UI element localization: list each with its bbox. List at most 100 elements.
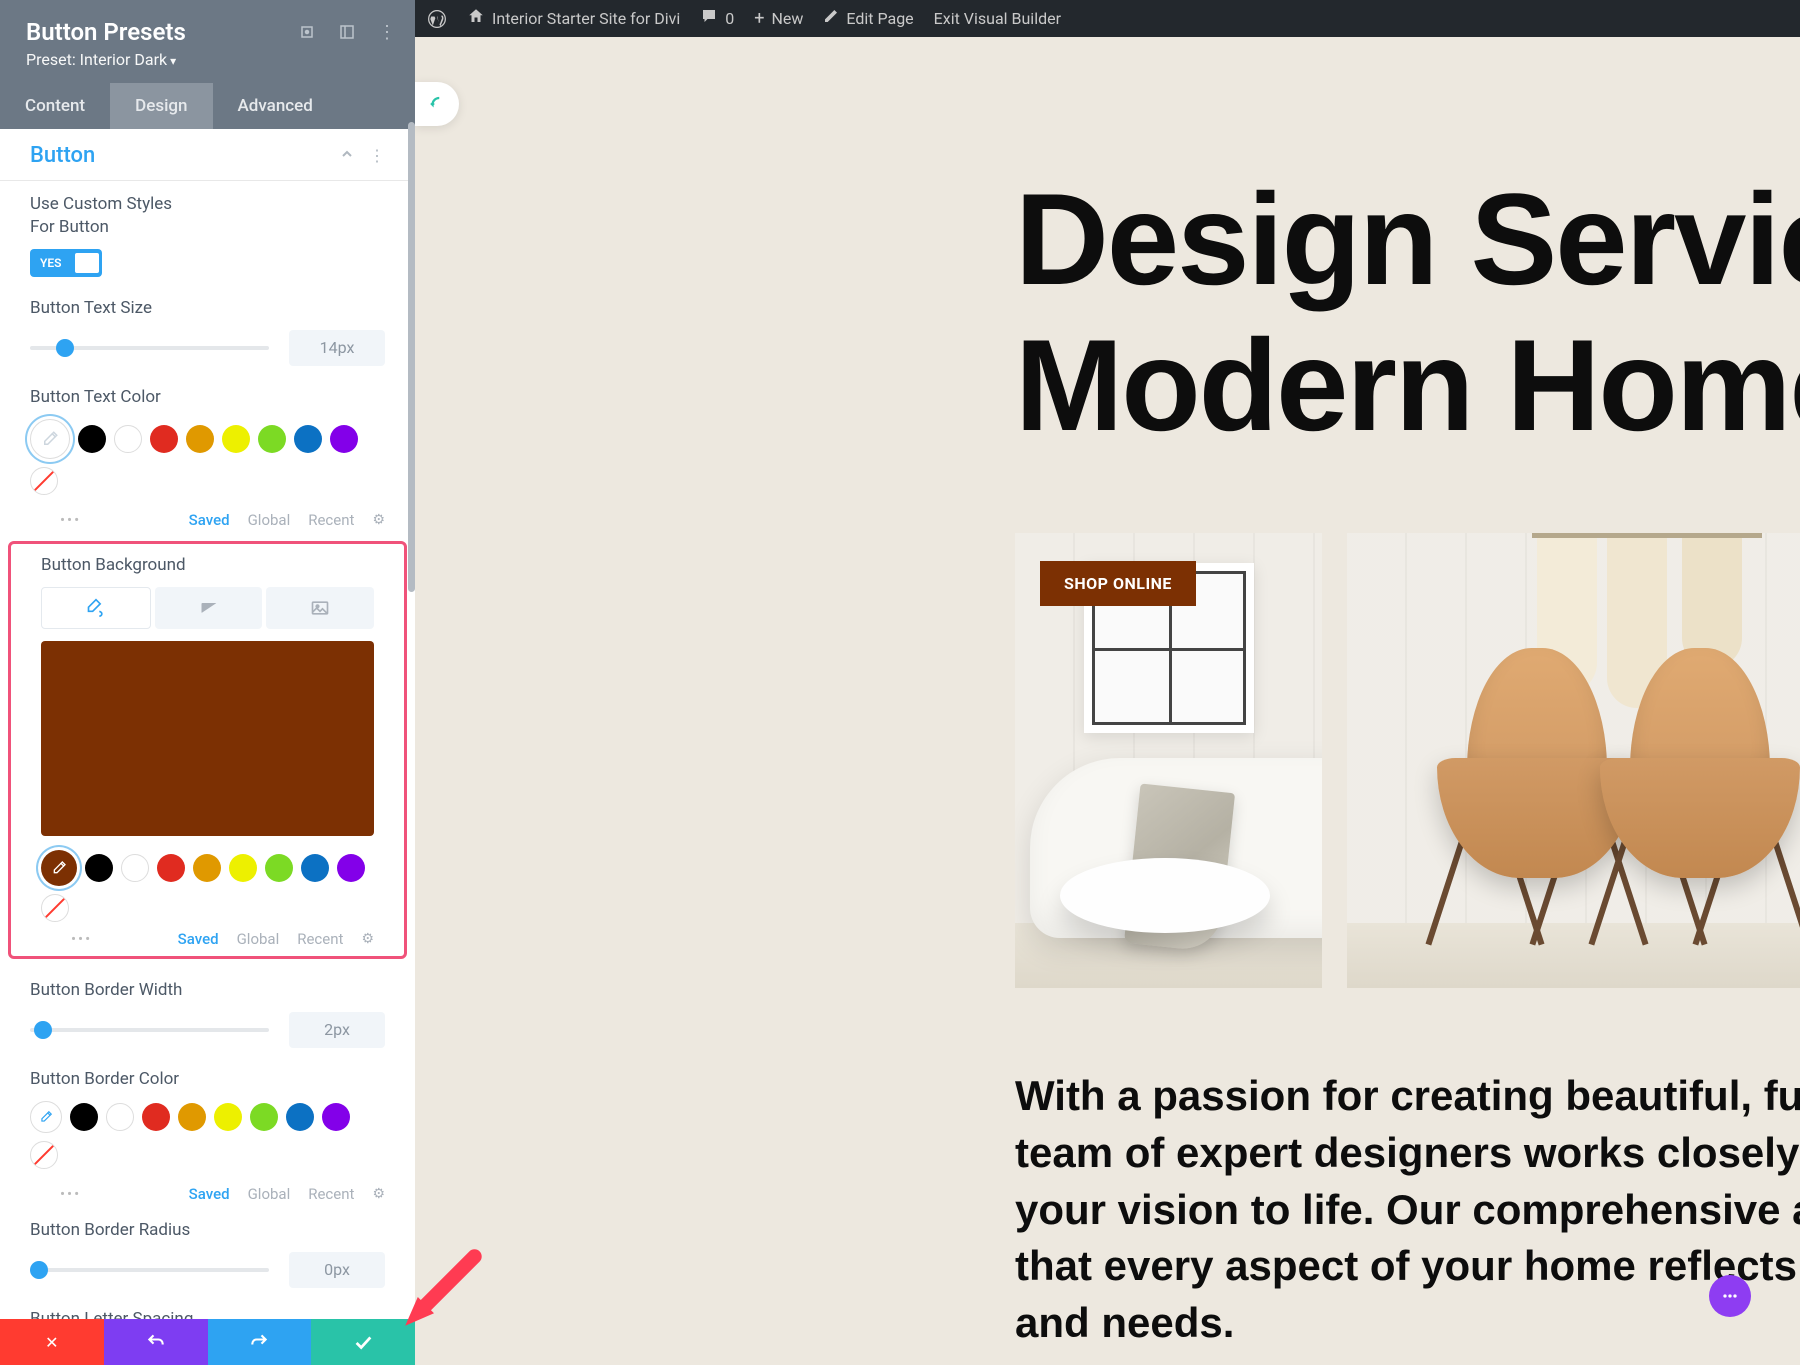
- swatch-tabs-bg: ••• Saved Global Recent ⚙: [11, 922, 404, 956]
- hero-image-left: SHOP ONLINE: [1015, 533, 1322, 988]
- preset-dropdown[interactable]: Preset: Interior Dark: [26, 50, 389, 69]
- admin-exit-builder[interactable]: Exit Visual Builder: [934, 9, 1061, 28]
- admin-comments[interactable]: 0: [700, 7, 734, 30]
- tab-content[interactable]: Content: [0, 83, 110, 129]
- bg-swatch-yellow[interactable]: [229, 854, 257, 882]
- bg-swatch-purple[interactable]: [337, 854, 365, 882]
- fab-more-button[interactable]: [1709, 1275, 1751, 1317]
- home-icon: [467, 7, 485, 30]
- toggle-custom-styles[interactable]: YES: [30, 249, 102, 277]
- section-button-header[interactable]: Button ⋮: [0, 129, 415, 181]
- swatch-blue[interactable]: [294, 425, 322, 453]
- slider-border-radius[interactable]: [30, 1268, 269, 1272]
- swatch-tab-saved-bg[interactable]: Saved: [178, 930, 219, 948]
- drag-handle-icon[interactable]: •••: [60, 511, 81, 529]
- swatch-tabs-border: ••• Saved Global Recent ⚙: [0, 1177, 415, 1207]
- eyedropper-text-color[interactable]: [30, 419, 70, 459]
- swatch-red[interactable]: [150, 425, 178, 453]
- hero-image-right: [1347, 533, 1800, 988]
- section-title: Button: [30, 143, 95, 168]
- swatch-yellow[interactable]: [222, 425, 250, 453]
- border-swatch-black[interactable]: [70, 1103, 98, 1131]
- border-swatch-green[interactable]: [250, 1103, 278, 1131]
- swatch-black[interactable]: [78, 425, 106, 453]
- border-swatch-red[interactable]: [142, 1103, 170, 1131]
- bg-tab-color[interactable]: [41, 587, 151, 629]
- more-icon[interactable]: ⋮: [377, 22, 397, 42]
- label-text-color: Button Text Color: [30, 386, 385, 409]
- scrollbar[interactable]: [408, 122, 415, 592]
- slider-text-size[interactable]: [30, 346, 269, 350]
- panel-footer: ✕: [0, 1319, 415, 1365]
- bg-swatch-green[interactable]: [265, 854, 293, 882]
- border-swatch-yellow[interactable]: [214, 1103, 242, 1131]
- gear-icon[interactable]: ⚙: [372, 1186, 385, 1202]
- swatch-tab-recent[interactable]: Recent: [308, 511, 354, 529]
- wp-admin-bar: Interior Starter Site for Divi 0 + New E…: [415, 0, 1800, 37]
- border-swatch-purple[interactable]: [322, 1103, 350, 1131]
- gear-icon[interactable]: ⚙: [372, 512, 385, 528]
- field-border-radius: Button Border Radius 0px: [0, 1207, 415, 1296]
- bg-swatch-blue[interactable]: [301, 854, 329, 882]
- swatch-tab-saved[interactable]: Saved: [189, 511, 230, 529]
- bg-tab-image[interactable]: [266, 587, 374, 629]
- section-menu-icon[interactable]: ⋮: [369, 146, 385, 165]
- drag-handle-icon[interactable]: •••: [71, 930, 92, 948]
- chevron-up-icon[interactable]: [340, 146, 354, 165]
- bg-swatch-white[interactable]: [121, 854, 149, 882]
- tab-advanced[interactable]: Advanced: [213, 83, 338, 129]
- swatch-tab-global[interactable]: Global: [248, 511, 291, 529]
- plus-icon: +: [754, 8, 764, 29]
- undo-button[interactable]: [104, 1319, 208, 1365]
- panel-body[interactable]: Button ⋮ Use Custom Styles For Button YE…: [0, 129, 415, 1319]
- swatch-orange[interactable]: [186, 425, 214, 453]
- label-letter-spacing: Button Letter Spacing: [30, 1308, 385, 1320]
- expand-icon[interactable]: [297, 22, 317, 42]
- field-button-text-size: Button Text Size 14px: [0, 285, 415, 374]
- input-border-width[interactable]: 2px: [289, 1012, 385, 1048]
- swatch-tab-saved-border[interactable]: Saved: [189, 1185, 230, 1203]
- bg-tab-gradient[interactable]: [155, 587, 263, 629]
- swatch-tab-recent-bg[interactable]: Recent: [297, 930, 343, 948]
- redo-button[interactable]: [208, 1319, 312, 1365]
- gear-icon[interactable]: ⚙: [361, 931, 374, 947]
- swatch-tab-global-border[interactable]: Global: [248, 1185, 291, 1203]
- color-preview[interactable]: [41, 641, 374, 836]
- admin-new[interactable]: + New: [754, 8, 803, 29]
- bg-swatch-red[interactable]: [157, 854, 185, 882]
- bg-swatch-none[interactable]: [41, 894, 69, 922]
- eyedropper-border-color[interactable]: [30, 1101, 62, 1133]
- swatch-none[interactable]: [30, 467, 58, 495]
- save-button[interactable]: [311, 1319, 415, 1365]
- admin-site-link[interactable]: Interior Starter Site for Divi: [467, 7, 680, 30]
- admin-edit-page[interactable]: Edit Page: [823, 8, 913, 29]
- input-border-radius[interactable]: 0px: [289, 1252, 385, 1288]
- swatch-green[interactable]: [258, 425, 286, 453]
- hero-paragraph: With a passion for creating beautiful, f…: [415, 988, 1800, 1351]
- settings-tabs: Content Design Advanced: [0, 83, 415, 129]
- border-swatch-white[interactable]: [106, 1103, 134, 1131]
- swatch-white[interactable]: [114, 425, 142, 453]
- hero-images: SHOP ONLINE: [415, 458, 1800, 988]
- shop-online-button[interactable]: SHOP ONLINE: [1040, 561, 1196, 606]
- eyedropper-bg-color[interactable]: [41, 850, 77, 886]
- border-swatch-blue[interactable]: [286, 1103, 314, 1131]
- border-swatch-orange[interactable]: [178, 1103, 206, 1131]
- drag-handle-icon[interactable]: •••: [60, 1185, 81, 1203]
- border-swatch-none[interactable]: [30, 1141, 58, 1169]
- swatch-purple[interactable]: [330, 425, 358, 453]
- tab-design[interactable]: Design: [110, 83, 212, 129]
- slider-border-width[interactable]: [30, 1028, 269, 1032]
- label-border-color: Button Border Color: [30, 1068, 385, 1091]
- swatch-tab-recent-border[interactable]: Recent: [308, 1185, 354, 1203]
- bg-swatch-orange[interactable]: [193, 854, 221, 882]
- swatch-tab-global-bg[interactable]: Global: [237, 930, 280, 948]
- sidebar-toggle-handle[interactable]: [415, 82, 459, 126]
- dock-icon[interactable]: [337, 22, 357, 42]
- panel-header: Button Presets Preset: Interior Dark ⋮: [0, 0, 415, 83]
- wordpress-logo-icon[interactable]: [427, 9, 447, 29]
- bg-swatch-black[interactable]: [85, 854, 113, 882]
- field-use-custom-styles: Use Custom Styles For Button YES: [0, 181, 415, 285]
- cancel-button[interactable]: ✕: [0, 1319, 104, 1365]
- input-text-size[interactable]: 14px: [289, 330, 385, 366]
